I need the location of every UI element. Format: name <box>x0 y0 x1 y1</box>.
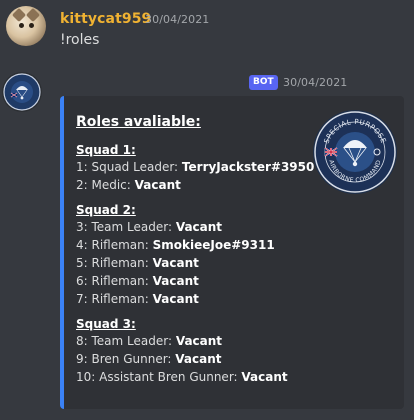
message-timestamp: 30/04/2021 <box>145 13 210 26</box>
role-line: 6: Rifleman: Vacant <box>76 272 316 290</box>
role-label: 6: Rifleman: <box>76 274 153 288</box>
role-value: Vacant <box>175 334 223 348</box>
role-line: 8: Team Leader: Vacant <box>76 332 316 350</box>
cat-ear-left <box>11 7 27 23</box>
squad-1-group: Squad 1: 1: Squad Leader: TerryJackster#… <box>76 142 316 194</box>
role-line: 9: Bren Gunner: Vacant <box>76 350 316 368</box>
role-line: 10: Assistant Bren Gunner: Vacant <box>76 368 316 386</box>
role-line: 1: Squad Leader: TerryJackster#3950 <box>76 158 316 176</box>
airborne-logo-icon <box>3 73 41 111</box>
role-value: Vacant <box>175 352 222 366</box>
squad-2-group: Squad 2: 3: Team Leader: Vacant 4: Rifle… <box>76 202 316 308</box>
message-content: !roles <box>60 32 100 48</box>
role-value: Vacant <box>241 370 288 384</box>
role-label: 7: Rifleman: <box>76 292 153 306</box>
airborne-command-logo-icon: SPECIAL PURPOSE AIRBORNE COMMAND <box>314 111 396 193</box>
embed-body: Roles avaliable: Squad 1: 1: Squad Leade… <box>76 114 316 394</box>
role-value: TerryJackster#3950 <box>181 160 315 174</box>
role-line: 5: Rifleman: Vacant <box>76 254 316 272</box>
bot-message-timestamp: 30/04/2021 <box>283 76 348 89</box>
embed-thumbnail[interactable]: SPECIAL PURPOSE AIRBORNE COMMAND <box>313 110 397 194</box>
role-label: 5: Rifleman: <box>76 256 153 270</box>
role-value: SmokieeJoe#9311 <box>152 238 275 252</box>
role-line: 3: Team Leader: Vacant <box>76 218 316 236</box>
bot-badge: BOT <box>249 75 278 90</box>
cat-eye-right <box>29 23 34 28</box>
cat-ear-right <box>25 7 41 23</box>
role-line: 4: Rifleman: SmokieeJoe#9311 <box>76 236 316 254</box>
role-label: 2: Medic: <box>76 178 135 192</box>
user-avatar[interactable] <box>6 6 46 46</box>
username[interactable]: kittycat959 <box>60 11 151 27</box>
role-value: Vacant <box>175 220 223 234</box>
role-line: 7: Rifleman: Vacant <box>76 290 316 308</box>
role-label: 8: Team Leader: <box>76 334 176 348</box>
role-label: 4: Rifleman: <box>76 238 153 252</box>
role-value: Vacant <box>152 256 199 270</box>
roles-embed: SPECIAL PURPOSE AIRBORNE COMMAND Roles a… <box>60 96 404 409</box>
role-label: 1: Squad Leader: <box>76 160 182 174</box>
role-value: Vacant <box>134 178 181 192</box>
squad-3-group: Squad 3: 8: Team Leader: Vacant 9: Bren … <box>76 316 316 386</box>
role-label: 10: Assistant Bren Gunner: <box>76 370 242 384</box>
embed-title: Roles avaliable: <box>76 114 201 130</box>
role-line: 2: Medic: Vacant <box>76 176 316 194</box>
role-value: Vacant <box>152 274 199 288</box>
role-label: 9: Bren Gunner: <box>76 352 176 366</box>
bot-avatar[interactable] <box>2 72 42 112</box>
squad-2-heading: Squad 2: <box>76 203 136 217</box>
cat-eye-left <box>19 23 24 28</box>
role-label: 3: Team Leader: <box>76 220 176 234</box>
role-value: Vacant <box>152 292 199 306</box>
squad-3-heading: Squad 3: <box>76 317 136 331</box>
squad-1-heading: Squad 1: <box>76 143 136 157</box>
